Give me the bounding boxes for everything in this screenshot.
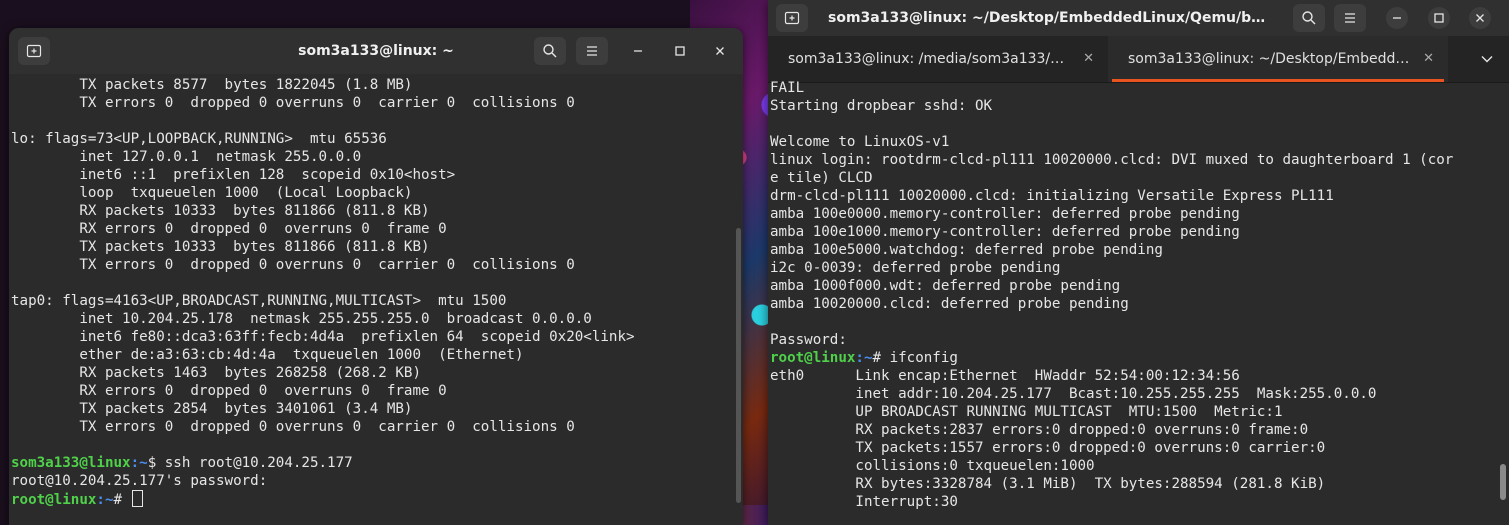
prompt-user: root@linux [11, 492, 97, 508]
terminal-output[interactable]: TX packets 8577 bytes 1822045 (1.8 MB) T… [10, 76, 635, 509]
output-line: RX errors 0 dropped 0 overruns 0 frame 0 [11, 383, 447, 399]
search-button[interactable] [534, 37, 566, 65]
output-line: inet 127.0.0.1 netmask 255.0.0.0 [11, 149, 362, 165]
terminal-window-right[interactable]: som3a133@linux: ~/Desktop/EmbeddedLinux/… [768, 0, 1509, 525]
prompt-command: # ifconfig [872, 350, 958, 366]
output-line: inet 10.204.25.178 netmask 255.255.255.0… [11, 311, 592, 327]
output-line: loop txqueuelen 1000 (Local Loopback) [11, 185, 413, 201]
ifconfig-line: RX packets:2837 errors:0 dropped:0 overr… [770, 422, 1309, 438]
prompt-user: root@linux [770, 350, 856, 366]
password-prompt: root@10.204.25.177's password: [11, 473, 268, 489]
titlebar[interactable]: som3a133@linux: ~ [9, 28, 743, 74]
maximize-button[interactable] [669, 40, 691, 62]
output-line: tap0: flags=4163<UP,BROADCAST,RUNNING,MU… [11, 293, 507, 309]
hamburger-menu-icon [1345, 13, 1355, 23]
terminal-window-left[interactable]: som3a133@linux: ~ TX packets 8577 bytes … [9, 28, 743, 525]
output-line: FAIL [770, 80, 805, 96]
minimize-button[interactable] [627, 40, 649, 62]
output-line: lo: flags=73<UP,LOOPBACK,RUNNING> mtu 65… [11, 131, 387, 147]
new-tab-button[interactable] [776, 4, 808, 32]
output-line: amba 100e1000.memory-controller: deferre… [770, 224, 1240, 240]
tab-label: som3a133@linux: /media/som3a133/01... [788, 51, 1073, 67]
tab-embedded-linux[interactable]: som3a133@linux: ~/Desktop/Embedde... ✕ [1108, 36, 1448, 82]
text-cursor[interactable] [131, 490, 143, 507]
output-line: Welcome to LinuxOS-v1 [770, 134, 950, 150]
output-line: ether de:a3:63:cb:4d:4a txqueuelen 1000 … [11, 347, 524, 363]
output-line: amba 100e5000.watchdog: deferred probe p… [770, 242, 1163, 258]
close-icon [716, 47, 724, 55]
new-tab-icon [26, 44, 42, 58]
output-line: inet6 fe80::dca3:63ff:fecb:4d4a prefixle… [11, 329, 635, 345]
output-line: RX errors 0 dropped 0 overruns 0 frame 0 [11, 221, 447, 237]
search-button[interactable] [1293, 4, 1325, 32]
output-line: TX packets 8577 bytes 1822045 (1.8 MB) [11, 77, 413, 93]
close-button[interactable] [1469, 7, 1491, 29]
window-title: som3a133@linux: ~/Desktop/EmbeddedLinux/… [828, 10, 1269, 26]
output-line: TX packets 10333 bytes 811866 (811.8 KB) [11, 239, 430, 255]
ifconfig-line: RX bytes:3328784 (3.1 MiB) TX bytes:2885… [770, 476, 1326, 492]
scrollbar[interactable] [736, 228, 741, 503]
ifconfig-line: eth0 Link encap:Ethernet HWaddr 52:54:00… [770, 368, 1240, 384]
ifconfig-line: TX packets:1557 errors:0 dropped:0 overr… [770, 440, 1326, 456]
maximize-icon [1434, 13, 1444, 23]
search-icon [1302, 11, 1316, 25]
minimize-icon [634, 50, 642, 52]
close-icon [1476, 14, 1484, 22]
output-line: RX packets 10333 bytes 811866 (811.8 KB) [11, 203, 430, 219]
output-line: Password: [770, 332, 847, 348]
maximize-icon [675, 46, 685, 56]
new-tab-button[interactable] [18, 37, 50, 65]
output-line: drm-clcd-pl111 10020000.clcd: initializi… [770, 188, 1334, 204]
output-line: TX errors 0 dropped 0 overruns 0 carrier… [11, 95, 575, 111]
output-line: amba 100e0000.memory-controller: deferre… [770, 206, 1240, 222]
output-line: TX packets 2854 bytes 3401061 (3.4 MB) [11, 401, 413, 417]
output-line: e tile) CLCD [770, 170, 873, 186]
hamburger-menu-icon [587, 46, 597, 56]
prompt-user: som3a133@linux [11, 455, 131, 471]
output-line: TX errors 0 dropped 0 overruns 0 carrier… [11, 257, 575, 273]
tab-media[interactable]: som3a133@linux: /media/som3a133/01... ✕ [768, 36, 1108, 82]
output-line: inet6 ::1 prefixlen 128 scopeid 0x10<hos… [11, 167, 456, 183]
tab-close-icon[interactable]: ✕ [1083, 51, 1094, 66]
search-icon [543, 44, 557, 58]
new-tab-icon [784, 11, 800, 25]
terminal-output[interactable]: FAIL Starting dropbear sshd: OK Welcome … [769, 79, 1453, 511]
scrollbar[interactable] [1500, 464, 1506, 500]
output-line: i2c 0-0039: deferred probe pending [770, 260, 1061, 276]
maximize-button[interactable] [1428, 7, 1450, 29]
prompt-path: :~ [96, 492, 114, 508]
titlebar[interactable]: som3a133@linux: ~/Desktop/EmbeddedLinux/… [768, 0, 1509, 36]
output-line: Starting dropbear sshd: OK [770, 98, 993, 114]
output-line: RX packets 1463 bytes 268258 (268.2 KB) [11, 365, 421, 381]
prompt-path: :~ [130, 455, 148, 471]
minimize-icon [1393, 17, 1401, 19]
tab-bar: som3a133@linux: /media/som3a133/01... ✕ … [768, 36, 1509, 83]
ifconfig-line: collisions:0 txqueuelen:1000 [770, 458, 1095, 474]
menu-button[interactable] [576, 37, 608, 65]
ifconfig-line: UP BROADCAST RUNNING MULTICAST MTU:1500 … [770, 404, 1283, 420]
output-line: linux login: rootdrm-clcd-pl111 10020000… [770, 152, 1454, 168]
tab-label: som3a133@linux: ~/Desktop/Embedde... [1128, 51, 1413, 67]
minimize-button[interactable] [1386, 7, 1408, 29]
ifconfig-line: Interrupt:30 [770, 494, 958, 510]
ifconfig-line: inet addr:10.204.25.177 Bcast:10.255.255… [770, 386, 1377, 402]
output-line: TX errors 0 dropped 0 overruns 0 carrier… [11, 419, 575, 435]
close-button[interactable] [709, 40, 731, 62]
prompt-command: $ ssh root@10.204.25.177 [147, 455, 353, 471]
chevron-down-icon [1481, 56, 1493, 63]
prompt-path: :~ [855, 350, 873, 366]
prompt-command: # [113, 492, 131, 508]
menu-button[interactable] [1334, 4, 1366, 32]
tab-close-icon[interactable]: ✕ [1423, 51, 1434, 66]
output-line: amba 1000f000.wdt: deferred probe pendin… [770, 278, 1121, 294]
tab-list-button[interactable] [1481, 51, 1493, 67]
output-line: amba 10020000.clcd: deferred probe pendi… [770, 296, 1129, 312]
